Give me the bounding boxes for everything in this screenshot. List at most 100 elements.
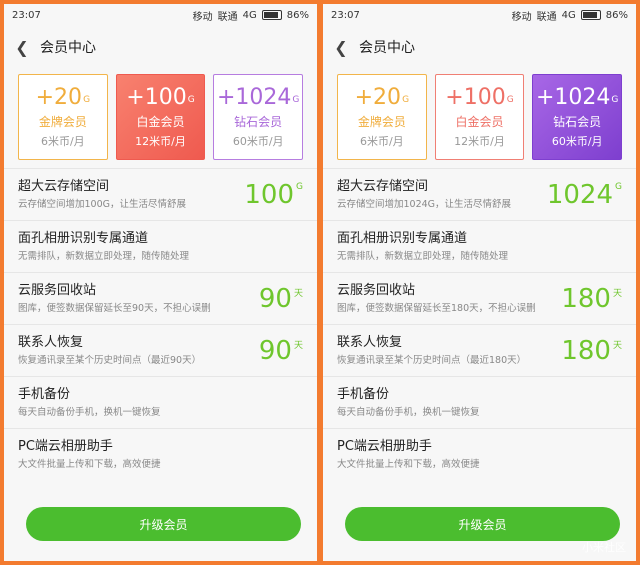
phone-screen-right: 23:07 移动 联通 4G 86% ❮ 会员中心 +20G 金牌会员 6米币/… — [323, 4, 636, 561]
feature-desc: 恢复通讯录至某个历史时间点（最近90天） — [18, 354, 202, 366]
feature-title: PC端云相册助手 — [18, 438, 113, 454]
plan-amount: +100G — [445, 85, 514, 110]
feature-desc: 图库，便签数据保留延长至90天，不担心误删 — [18, 302, 211, 314]
feature-value: 90 天 — [258, 283, 303, 314]
plan-card-platinum[interactable]: +100G 白金会员 12米币/月 — [115, 74, 206, 160]
network-type: 4G — [242, 9, 257, 21]
back-icon[interactable]: ❮ — [323, 38, 359, 57]
status-time: 23:07 — [12, 9, 41, 21]
feature-title: 手机备份 — [18, 386, 71, 402]
feature-item-pc: PC端云相册助手大文件批量上传和下载，高效便捷 — [323, 428, 636, 480]
feature-list: 超大云存储空间云存储空间增加1024G，让生活尽情舒展 1024 G 面孔相册识别… — [323, 168, 636, 480]
feature-title: 超大云存储空间 — [18, 178, 110, 194]
feature-value — [301, 440, 303, 470]
feature-desc: 无需排队，新数据立即处理，随传随处理 — [18, 250, 190, 262]
feature-value: 180 天 — [561, 283, 622, 314]
plan-name: 白金会员 — [455, 115, 504, 129]
plan-card-gold[interactable]: +20G 金牌会员 6米币/月 — [337, 74, 427, 160]
plan-card-gold[interactable]: +20G 金牌会员 6米币/月 — [18, 74, 108, 160]
feature-item-pc: PC端云相册助手大文件批量上传和下载，高效便捷 — [4, 428, 317, 480]
feature-value — [301, 232, 303, 262]
plan-price: 6米币/月 — [359, 135, 404, 148]
feature-desc: 每天自动备份手机，换机一键恢复 — [337, 406, 480, 418]
page-title: 会员中心 — [40, 40, 96, 56]
feature-title: PC端云相册助手 — [337, 438, 432, 454]
plan-amount: +20G — [354, 85, 410, 110]
feature-value — [620, 232, 622, 262]
feature-title: 超大云存储空间 — [337, 178, 429, 194]
plan-amount: +1024G — [535, 85, 619, 110]
title-bar: ❮ 会员中心 — [323, 26, 636, 68]
signal-carrier2: 联通 — [217, 11, 238, 23]
feature-value — [620, 388, 622, 418]
plan-card-diamond[interactable]: +1024G 钻石会员 60米币/月 — [213, 74, 304, 160]
watermark: 小米社区 — [582, 541, 626, 554]
plan-amount: +100G — [126, 85, 195, 110]
feature-item-recycle: 云服务回收站图库，便签数据保留延长至180天，不担心误删 180 天 — [323, 272, 636, 324]
feature-item-face: 面孔相册识别专属通道无需排队，新数据立即处理，随传随处理 — [4, 220, 317, 272]
feature-item-backup: 手机备份每天自动备份手机，换机一键恢复 — [4, 376, 317, 428]
feature-title: 面孔相册识别专属通道 — [337, 230, 468, 246]
feature-value: 1024 G — [546, 179, 622, 210]
plan-amount: +1024G — [216, 85, 300, 110]
feature-title: 联系人恢复 — [18, 334, 84, 350]
status-bar: 23:07 移动 联通 4G 86% — [323, 4, 636, 26]
upgrade-button[interactable]: 升级会员 — [345, 507, 620, 541]
feature-item-storage: 超大云存储空间 云存储空间增加100G，让生活尽情舒展 100 G — [4, 168, 317, 220]
upgrade-button[interactable]: 升级会员 — [26, 507, 301, 541]
feature-list: 超大云存储空间 云存储空间增加100G，让生活尽情舒展 100 G 面孔相册识别专属… — [4, 168, 317, 480]
page-title: 会员中心 — [359, 40, 415, 56]
feature-value: 90 天 — [258, 335, 303, 366]
feature-item-backup: 手机备份每天自动备份手机，换机一键恢复 — [323, 376, 636, 428]
feature-desc: 每天自动备份手机，换机一键恢复 — [18, 406, 161, 418]
plan-price: 60米币/月 — [551, 135, 603, 148]
signal-carrier2: 联通 — [536, 11, 557, 23]
back-icon[interactable]: ❮ — [4, 38, 40, 57]
feature-item-storage: 超大云存储空间云存储空间增加1024G，让生活尽情舒展 1024 G — [323, 168, 636, 220]
feature-value: 180 天 — [561, 335, 622, 366]
plan-name: 钻石会员 — [553, 115, 602, 129]
signal-carrier1: 移动 — [192, 11, 213, 23]
feature-title: 云服务回收站 — [337, 282, 416, 298]
plan-card-platinum[interactable]: +100G 白金会员 12米币/月 — [434, 74, 525, 160]
feature-value: 100 G — [244, 179, 303, 210]
feature-item-contacts: 联系人恢复恢复通讯录至某个历史时间点（最近180天） 180 天 — [323, 324, 636, 376]
feature-item-face: 面孔相册识别专属通道无需排队，新数据立即处理，随传随处理 — [323, 220, 636, 272]
plan-name: 金牌会员 — [357, 115, 406, 129]
signal-carrier1: 移动 — [511, 11, 532, 23]
battery-icon — [261, 10, 282, 20]
feature-desc: 大文件批量上传和下载，高效便捷 — [18, 458, 161, 470]
battery-level: 86% — [286, 9, 309, 21]
plan-name: 金牌会员 — [38, 115, 87, 129]
feature-title: 面孔相册识别专属通道 — [18, 230, 149, 246]
status-bar: 23:07 移动 联通 4G 86% — [4, 4, 317, 26]
title-bar: ❮ 会员中心 — [4, 26, 317, 68]
feature-desc: 大文件批量上传和下载，高效便捷 — [337, 458, 480, 470]
feature-desc: 恢复通讯录至某个历史时间点（最近180天） — [337, 354, 527, 366]
feature-title: 联系人恢复 — [337, 334, 403, 350]
network-type: 4G — [561, 9, 576, 21]
status-time: 23:07 — [331, 9, 360, 21]
feature-item-recycle: 云服务回收站图库，便签数据保留延长至90天，不担心误删 90 天 — [4, 272, 317, 324]
feature-desc: 云存储空间增加1024G，让生活尽情舒展 — [337, 198, 512, 210]
plan-price: 60米币/月 — [232, 135, 284, 148]
feature-title: 手机备份 — [337, 386, 390, 402]
battery-icon — [580, 10, 601, 20]
feature-title: 云服务回收站 — [18, 282, 97, 298]
feature-value — [301, 388, 303, 418]
plan-price: 12米币/月 — [454, 135, 505, 148]
feature-item-contacts: 联系人恢复恢复通讯录至某个历史时间点（最近90天） 90 天 — [4, 324, 317, 376]
plan-price: 6米币/月 — [40, 135, 85, 148]
battery-level: 86% — [605, 9, 628, 21]
plan-cards: +20G 金牌会员 6米币/月 +100G 白金会员 12米币/月 +1024G… — [323, 68, 636, 160]
plan-amount: +20G — [35, 85, 91, 110]
plan-card-diamond[interactable]: +1024G 钻石会员 60米币/月 — [532, 74, 623, 160]
feature-desc: 无需排队，新数据立即处理，随传随处理 — [337, 250, 509, 262]
plan-name: 白金会员 — [136, 115, 185, 129]
plan-name: 钻石会员 — [234, 115, 283, 129]
phone-screen-left: 23:07 移动 联通 4G 86% ❮ 会员中心 +20G 金牌会员 6米币/… — [4, 4, 317, 561]
feature-desc: 图库，便签数据保留延长至180天，不担心误删 — [337, 302, 536, 314]
status-right: 移动 联通 4G 86% — [512, 8, 628, 23]
plan-cards: +20G 金牌会员 6米币/月 +100G 白金会员 12米币/月 +1024G… — [4, 68, 317, 160]
feature-value — [620, 440, 622, 470]
